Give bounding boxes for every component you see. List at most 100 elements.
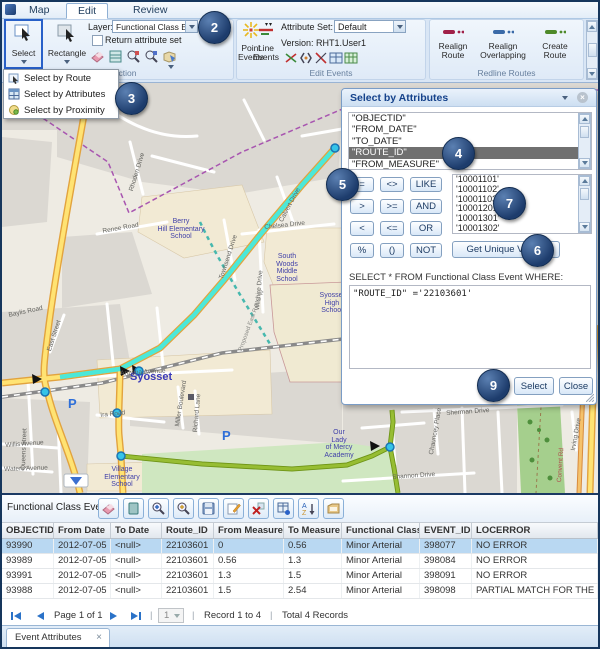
operator-not-equals-button[interactable]: <> (380, 177, 404, 192)
clear-selection-button[interactable] (98, 498, 119, 519)
page-number-dropdown[interactable]: 1 (158, 608, 184, 623)
column-header[interactable]: OBJECTID (2, 523, 54, 538)
operator-not-button[interactable]: NOT (410, 243, 442, 258)
column-header[interactable]: Functional Class (342, 523, 420, 538)
next-page-button[interactable] (106, 608, 122, 624)
menu-item-select-by-proximity[interactable]: Select by Proximity (4, 102, 118, 118)
first-page-button[interactable] (8, 608, 24, 624)
value-item[interactable]: '10001302' (453, 224, 591, 234)
column-header[interactable]: Route_ID (162, 523, 214, 538)
scrollbar-thumb[interactable] (580, 188, 589, 200)
snap-event-icon[interactable] (314, 51, 328, 70)
column-header[interactable]: EVENT_ID (420, 523, 472, 538)
tab-review[interactable]: Review (122, 3, 178, 17)
where-label: SELECT * FROM Functional Class Event WHE… (349, 272, 563, 283)
field-item[interactable]: "FROM_DATE" (349, 124, 591, 135)
values-scrollbar[interactable] (578, 175, 591, 233)
table-row[interactable]: 939892012-07-05<null>221036010.561.3Mino… (2, 554, 598, 569)
tab-map[interactable]: Map (18, 3, 60, 17)
attribute-table-panel: Functional Class Event AZ OBJECTID From … (2, 493, 598, 647)
scroll-up-icon[interactable] (579, 114, 590, 124)
realign-overlapping-button[interactable]: Realign Overlapping (476, 24, 530, 60)
close-tab-icon[interactable]: × (96, 629, 102, 647)
column-header[interactable]: To Date (111, 523, 162, 538)
split-event-icon[interactable] (284, 51, 298, 70)
operator-greater-button[interactable]: > (350, 199, 374, 214)
zoom-to-selected-button[interactable] (148, 498, 169, 519)
scroll-down-icon[interactable] (579, 222, 590, 232)
table-row[interactable]: 939882012-07-05<null>221036011.52.54Mino… (2, 584, 598, 599)
operator-or-button[interactable]: OR (410, 221, 442, 236)
save-button[interactable] (198, 498, 219, 519)
column-header[interactable]: LOCERROR (472, 523, 598, 538)
column-header[interactable]: From Measure (214, 523, 284, 538)
return-attribute-set-checkbox[interactable] (92, 35, 103, 46)
event-grid-icon[interactable] (344, 51, 358, 70)
rectangle-button[interactable]: Rectangle (46, 21, 88, 67)
create-route-button[interactable]: Create Route (532, 24, 578, 60)
realign-route-button[interactable]: Realign Route (432, 24, 474, 60)
selection-list-icon[interactable] (108, 49, 123, 69)
chevron-down-icon[interactable] (393, 21, 405, 32)
scrollbar-thumb[interactable] (588, 43, 597, 57)
pan-to-selected-button[interactable] (173, 498, 194, 519)
switch-selection-button[interactable] (123, 498, 144, 519)
merge-event-icon[interactable] (299, 51, 313, 70)
callout-6: 6 (521, 234, 554, 267)
create-route-icon (544, 27, 566, 37)
scroll-down-icon[interactable] (579, 158, 590, 168)
scroll-up-icon[interactable] (587, 21, 597, 32)
column-header[interactable]: From Date (54, 523, 111, 538)
operator-less-equal-button[interactable]: <= (380, 221, 404, 236)
layer-dropdown[interactable]: Functional Class Event (112, 20, 198, 33)
close-icon[interactable]: × (577, 92, 588, 103)
chevron-down-icon[interactable] (185, 21, 197, 32)
scrollbar-thumb[interactable] (580, 126, 589, 138)
clear-selection-icon[interactable] (90, 49, 105, 69)
scroll-down-icon[interactable] (587, 68, 597, 79)
attribute-set-dropdown[interactable]: Default (334, 20, 406, 33)
resize-grip[interactable] (586, 394, 594, 402)
magnifier-icon (176, 501, 191, 516)
tab-edit[interactable]: Edit (66, 3, 108, 19)
event-table-icon[interactable] (329, 51, 343, 70)
where-clause-input[interactable]: "ROUTE_ID" ='22103601' (349, 285, 591, 369)
operator-percent-button[interactable]: % (350, 243, 374, 258)
open-form-button[interactable] (323, 498, 344, 519)
add-record-button[interactable] (273, 498, 294, 519)
delete-button[interactable] (248, 498, 269, 519)
operator-less-button[interactable]: < (350, 221, 374, 236)
pan-to-selection-icon[interactable] (144, 49, 159, 69)
close-button[interactable]: Close (559, 377, 593, 395)
total-records-label: Total 4 Records (282, 610, 348, 621)
field-list-scrollbar[interactable] (578, 113, 591, 169)
table-plus-icon (276, 501, 291, 516)
column-header[interactable]: To Measure (284, 523, 342, 538)
operator-parentheses-button[interactable]: () (380, 243, 404, 258)
table-row[interactable]: 939912012-07-05<null>221036011.31.5Minor… (2, 569, 598, 584)
field-item[interactable]: "OBJECTID" (349, 113, 591, 124)
previous-page-button[interactable] (32, 608, 48, 624)
scroll-up-icon[interactable] (579, 176, 590, 186)
last-page-button[interactable] (128, 608, 144, 624)
line-events-button[interactable]: Line Events (253, 21, 279, 67)
zoom-to-selection-icon[interactable] (126, 49, 141, 69)
select-query-button[interactable]: Select (514, 377, 554, 395)
sort-button[interactable]: AZ (298, 498, 319, 519)
operator-like-button[interactable]: LIKE (410, 177, 442, 192)
ribbon-scrollbar[interactable] (586, 20, 598, 80)
menu-item-select-by-route[interactable]: Select by Route (4, 70, 118, 86)
parking-icon: P (68, 400, 77, 408)
edit-attributes-button[interactable] (223, 498, 244, 519)
tab-event-attributes[interactable]: Event Attributes × (6, 628, 110, 647)
menu-item-select-by-attributes[interactable]: Select by Attributes (4, 86, 118, 102)
cell: 1.3 (214, 569, 284, 583)
dialog-menu-icon[interactable] (562, 96, 568, 100)
street-label: Queens Street (20, 428, 28, 470)
chevron-down-icon[interactable] (168, 65, 174, 69)
table-row[interactable]: 939902012-07-05<null>2210360100.56Minor … (2, 539, 598, 554)
realign-overlapping-icon (492, 27, 514, 37)
cell: Minor Arterial (342, 554, 420, 568)
operator-greater-equal-button[interactable]: >= (380, 199, 404, 214)
operator-and-button[interactable]: AND (410, 199, 442, 214)
